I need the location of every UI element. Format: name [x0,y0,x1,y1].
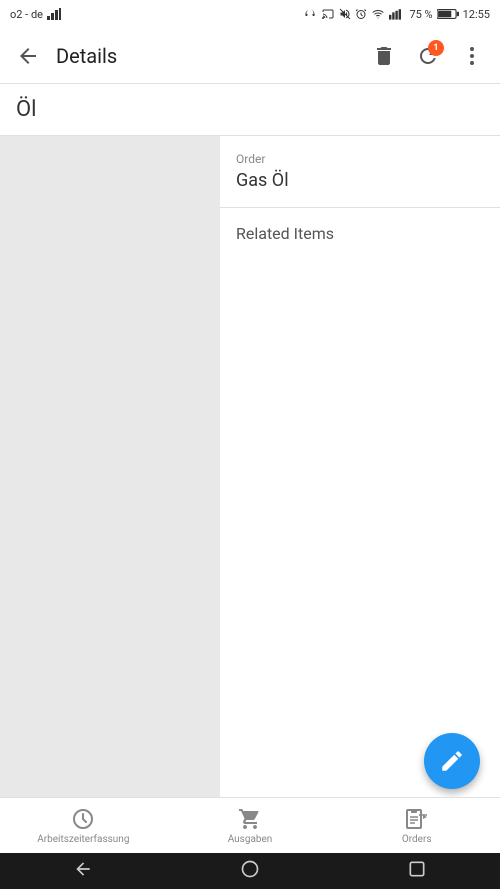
bottom-nav-item-arbeitszeiterfassung[interactable]: Arbeitszeiterfassung [0,798,167,853]
android-back-button[interactable] [73,859,93,883]
order-card: Order Gas Öl [220,136,500,207]
bottom-nav-item-orders[interactable]: Orders [333,798,500,853]
status-bar: o2 - de [0,0,500,28]
order-value: Gas Öl [236,170,484,191]
signal-icon [47,8,61,20]
back-button[interactable] [8,36,48,76]
more-vert-icon [460,44,484,68]
bottom-nav-item-ausgaben[interactable]: Ausgaben [167,798,334,853]
cast-icon [321,8,335,20]
battery-icon [437,8,459,20]
app-bar-actions: 1 [364,36,492,76]
android-nav-bar [0,853,500,889]
app-bar: Details 1 [0,28,500,84]
mute-icon [339,8,351,20]
alarm-icon [355,8,367,20]
android-recents-button[interactable] [407,859,427,883]
edit-icon [439,748,465,774]
back-icon [16,44,40,68]
notification-badge: 1 [428,40,444,56]
delete-icon [372,44,396,68]
android-recents-icon [407,859,427,879]
time-text: 12:55 [463,8,490,21]
fab-edit-button[interactable] [424,733,480,789]
page-title: Öl [16,97,37,122]
left-panel [0,136,220,797]
android-home-icon [240,859,260,879]
more-options-button[interactable] [452,36,492,76]
android-back-icon [73,859,93,879]
app-bar-title: Details [56,44,364,68]
clock-icon [71,807,95,831]
bottom-nav-label-arbeitszeiterfassung: Arbeitszeiterfassung [37,834,129,845]
cart-icon [238,807,262,831]
bottom-nav: Arbeitszeiterfassung Ausgaben Orders [0,797,500,853]
status-left: o2 - de [10,8,61,21]
order-label: Order [236,152,484,166]
refresh-button[interactable]: 1 [408,36,448,76]
related-items-title: Related Items [236,224,484,243]
right-panel: Order Gas Öl Related Items [220,136,500,797]
bottom-nav-label-orders: Orders [402,834,432,845]
related-items-card: Related Items [220,208,500,797]
wifi-icon [371,8,385,20]
main-content: Order Gas Öl Related Items [0,136,500,797]
status-right: 75 % 12:55 [303,8,490,21]
orders-icon [405,807,429,831]
network-icon [389,8,405,20]
delete-button[interactable] [364,36,404,76]
page-title-bar: Öl [0,84,500,136]
carrier-text: o2 - de [10,8,43,21]
bottom-nav-label-ausgaben: Ausgaben [228,834,273,845]
headphone-icon [303,8,317,20]
battery-text: 75 % [409,8,432,21]
android-home-button[interactable] [240,859,260,883]
